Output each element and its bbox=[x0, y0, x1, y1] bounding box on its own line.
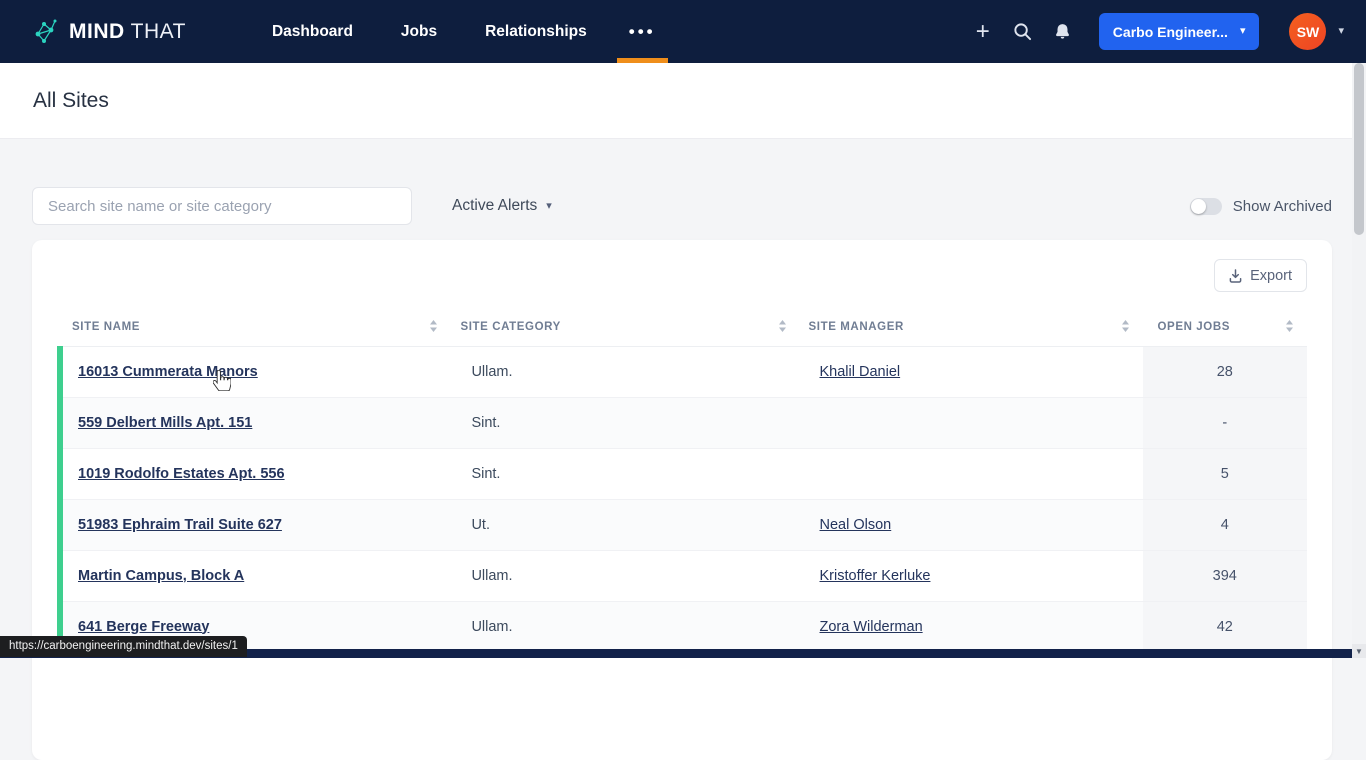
link-url-tooltip: https://carboengineering.mindthat.dev/si… bbox=[0, 636, 247, 657]
nav-relationships[interactable]: Relationships bbox=[461, 0, 611, 63]
show-archived-control: Show Archived bbox=[1189, 197, 1332, 215]
open-jobs-cell: - bbox=[1142, 397, 1307, 449]
open-jobs-cell: 28 bbox=[1142, 346, 1307, 398]
scrollbar-thumb[interactable] bbox=[1354, 63, 1364, 235]
table-row[interactable]: 1019 Rodolfo Estates Apt. 556 Sint. 5 bbox=[56, 448, 1307, 500]
site-manager-cell bbox=[799, 397, 1143, 449]
nav-jobs[interactable]: Jobs bbox=[377, 0, 461, 63]
site-name-link[interactable]: Martin Campus, Block A bbox=[78, 568, 244, 584]
filters-row: Active Alerts ▾ Show Archived bbox=[32, 187, 1332, 225]
alerts-filter-dropdown[interactable]: Active Alerts ▾ bbox=[452, 197, 552, 215]
export-button[interactable]: Export bbox=[1214, 259, 1307, 292]
show-archived-toggle[interactable] bbox=[1189, 197, 1222, 215]
column-header-site-manager[interactable]: Site Manager bbox=[799, 309, 1143, 347]
top-navbar: MIND THAT Dashboard Jobs Relationships ••… bbox=[0, 0, 1366, 63]
table-row[interactable]: 51983 Ephraim Trail Suite 627 Ut. Neal Ols… bbox=[56, 499, 1307, 551]
site-manager-link[interactable]: Neal Olson bbox=[820, 517, 892, 533]
site-name-link[interactable]: 559 Delbert Mills Apt. 151 bbox=[78, 415, 252, 431]
page-header: All Sites bbox=[0, 63, 1366, 138]
card-toolbar: Export bbox=[57, 259, 1307, 292]
open-jobs-cell: 5 bbox=[1142, 448, 1307, 500]
site-manager-cell: Neal Olson bbox=[799, 499, 1143, 551]
column-header-open-jobs[interactable]: Open Jobs bbox=[1142, 309, 1307, 347]
brand-logo-icon bbox=[33, 17, 59, 47]
navbar-actions: + Carbo Engineer... ▾ SW ▾ bbox=[963, 0, 1344, 63]
nav-dashboard[interactable]: Dashboard bbox=[248, 0, 377, 63]
site-category-cell: Sint. bbox=[451, 448, 800, 500]
notifications-button[interactable] bbox=[1043, 12, 1083, 52]
plus-icon: + bbox=[975, 17, 990, 45]
open-jobs-cell: 42 bbox=[1142, 601, 1307, 653]
site-manager-cell: Kristoffer Kerluke bbox=[799, 550, 1143, 602]
sort-icon bbox=[778, 319, 786, 335]
column-header-site-category[interactable]: Site Category bbox=[451, 309, 800, 347]
user-menu-chevron-down-icon[interactable]: ▾ bbox=[1338, 26, 1344, 37]
export-label: Export bbox=[1250, 267, 1292, 284]
sites-table-body: 16013 Cummerata Manors Ullam. Khalil Danie… bbox=[56, 346, 1307, 653]
organization-name: Carbo Engineer... bbox=[1112, 23, 1228, 40]
site-manager-cell: Zora Wilderman bbox=[799, 601, 1143, 653]
table-header-row: Site Name Site Category Site Manager Ope… bbox=[60, 309, 1307, 347]
brand-name: MIND THAT bbox=[69, 19, 186, 43]
site-manager-cell: Khalil Daniel bbox=[799, 346, 1143, 398]
sort-icon bbox=[1286, 319, 1293, 335]
site-name-link[interactable]: 51983 Ephraim Trail Suite 627 bbox=[78, 517, 282, 533]
bell-icon bbox=[1053, 22, 1072, 42]
page-title: All Sites bbox=[33, 88, 109, 112]
site-category-cell: Ut. bbox=[451, 499, 800, 551]
table-row[interactable]: 641 Berge Freeway Ullam. Zora Wilderman 42 bbox=[56, 601, 1307, 653]
site-category-cell: Ullam. bbox=[451, 601, 800, 653]
page-scrollbar[interactable]: ▼ bbox=[1352, 63, 1366, 658]
primary-nav: Dashboard Jobs Relationships ••• bbox=[248, 0, 674, 63]
chevron-down-icon: ▾ bbox=[546, 199, 552, 212]
alerts-filter-value: Active Alerts bbox=[452, 197, 538, 214]
main-content: Active Alerts ▾ Show Archived Export Sit… bbox=[0, 138, 1366, 760]
sites-card: Export Site Name Site Category Site Ma bbox=[32, 240, 1332, 760]
site-name-link[interactable]: 16013 Cummerata Manors bbox=[78, 364, 258, 380]
add-button[interactable]: + bbox=[963, 12, 1003, 52]
table-row[interactable]: 16013 Cummerata Manors Ullam. Khalil Danie… bbox=[56, 346, 1307, 398]
scrollbar-down-arrow[interactable]: ▼ bbox=[1352, 644, 1366, 658]
brand[interactable]: MIND THAT bbox=[33, 0, 186, 63]
table-row[interactable]: Martin Campus, Block A Ullam. Kristoffer K… bbox=[56, 550, 1307, 602]
chevron-down-icon: ▾ bbox=[1239, 25, 1246, 37]
sites-table: Site Name Site Category Site Manager Ope… bbox=[56, 309, 1307, 653]
export-icon bbox=[1229, 268, 1242, 283]
site-manager-link[interactable]: Zora Wilderman bbox=[820, 619, 923, 635]
table-row[interactable]: 559 Delbert Mills Apt. 151 Sint. - bbox=[56, 397, 1307, 449]
site-manager-link[interactable]: Kristoffer Kerluke bbox=[820, 568, 931, 584]
search-icon bbox=[1013, 22, 1032, 41]
site-category-cell: Sint. bbox=[451, 397, 800, 449]
search-input[interactable] bbox=[32, 187, 412, 225]
site-name-link[interactable]: 1019 Rodolfo Estates Apt. 556 bbox=[78, 466, 285, 482]
site-name-link[interactable]: 641 Berge Freeway bbox=[78, 619, 209, 635]
open-jobs-cell: 394 bbox=[1142, 550, 1307, 602]
site-manager-link[interactable]: Khalil Daniel bbox=[820, 364, 901, 380]
site-manager-cell bbox=[799, 448, 1143, 500]
sort-icon bbox=[430, 319, 438, 335]
sort-icon bbox=[1121, 319, 1129, 335]
show-archived-label: Show Archived bbox=[1232, 197, 1332, 215]
site-category-cell: Ullam. bbox=[451, 346, 800, 398]
toggle-knob bbox=[1190, 198, 1206, 214]
organization-switcher[interactable]: Carbo Engineer... ▾ bbox=[1098, 13, 1260, 50]
open-jobs-cell: 4 bbox=[1142, 499, 1307, 551]
site-category-cell: Ullam. bbox=[451, 550, 800, 602]
user-avatar[interactable]: SW bbox=[1289, 13, 1327, 50]
search-button[interactable] bbox=[1003, 12, 1043, 52]
column-header-site-name[interactable]: Site Name bbox=[60, 309, 452, 347]
nav-more-ellipsis-icon[interactable]: ••• bbox=[611, 0, 674, 63]
